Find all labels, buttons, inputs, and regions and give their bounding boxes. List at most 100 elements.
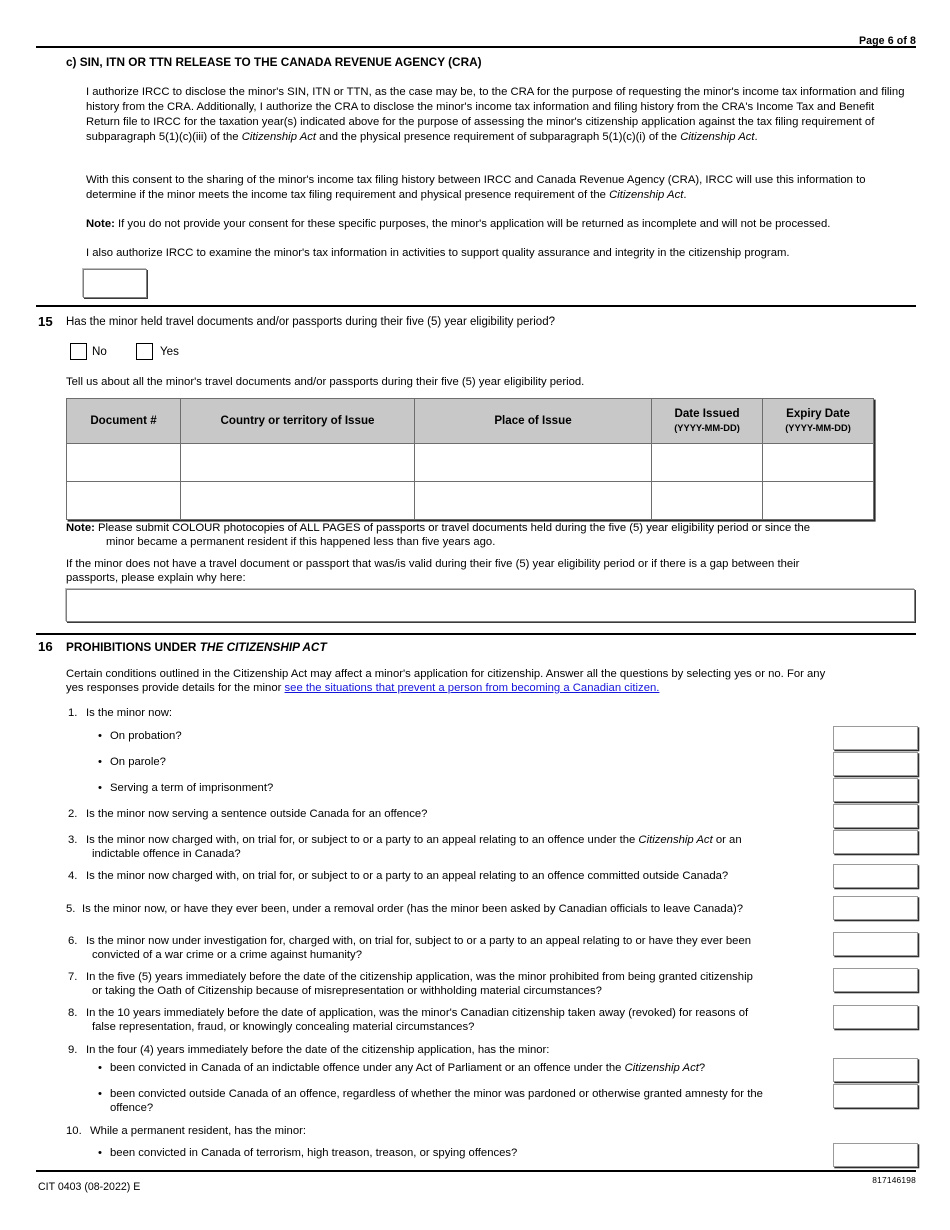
question-15-note-line-2: minor became a permanent resident if thi… (106, 536, 496, 548)
question-16-item-7-line-1: In the five (5) years immediately before… (86, 971, 753, 983)
question-16-item-3-line-2: indictable offence in Canada? (92, 848, 241, 860)
answer-field-q9b[interactable] (833, 1084, 918, 1108)
question-15-label-no: No (92, 345, 107, 358)
column-header-place: Place of Issue (414, 398, 652, 444)
bullet-icon: • (98, 756, 102, 768)
cell-expiry-date[interactable] (762, 443, 874, 482)
cell-place[interactable] (414, 443, 652, 482)
para2-part-a: With this consent to the sharing of the … (86, 174, 866, 202)
question-16-item-9-number: 9. (68, 1044, 78, 1056)
note-text: If you do not provide your consent for t… (114, 218, 831, 230)
cell-date-issued[interactable] (651, 443, 763, 482)
question-16-item-9b-line-2: offence? (110, 1102, 154, 1114)
bullet-icon: • (98, 1062, 102, 1074)
answer-field-q10a[interactable] (833, 1143, 918, 1167)
column-header-document-number: Document # (66, 398, 181, 444)
question-15-bottom-divider (36, 633, 916, 635)
question-16-item-2-number: 2. (68, 808, 78, 820)
question-15-instruction: Tell us about all the minor's travel doc… (66, 376, 585, 388)
column-header-country: Country or territory of Issue (180, 398, 415, 444)
para1-part-c: . (754, 131, 758, 144)
question-16-item-1-number: 1. (68, 707, 78, 719)
answer-field-q2[interactable] (833, 804, 918, 828)
question-15-explanation-textarea[interactable] (66, 589, 915, 622)
question-16-item-5-text: Is the minor now, or have they ever been… (82, 903, 744, 915)
question-16-item-9-text: In the four (4) years immediately before… (86, 1044, 550, 1056)
cell-date-issued[interactable] (651, 481, 763, 520)
question-15-checkbox-yes[interactable] (136, 343, 153, 360)
column-header-expiry-date-format: (YYYY-MM-DD) (785, 422, 851, 433)
question-16-item-10-number: 10. (66, 1125, 82, 1137)
cell-document-number[interactable] (66, 481, 181, 520)
question-15-explain-line-2: passports, please explain why here: (66, 572, 246, 584)
question-16-item-1-text: Is the minor now: (86, 707, 173, 719)
question-16-item-2-text: Is the minor now serving a sentence outs… (86, 808, 428, 820)
para1-italic-1: Citizenship Act (241, 131, 317, 144)
section-c-paragraph-1: I authorize IRCC to disclose the minor's… (86, 85, 910, 145)
question-16-number: 16 (38, 639, 53, 654)
para2-italic: Citizenship Act (609, 189, 684, 202)
answer-field-q6[interactable] (833, 932, 918, 956)
question-15-explain-line-1: If the minor does not have a travel docu… (66, 558, 800, 570)
footer-divider (36, 1170, 916, 1172)
question-15-note-line-1: Note: Please submit COLOUR photocopies o… (66, 521, 916, 536)
q3-text-b: or an (712, 834, 742, 846)
answer-field-q1a[interactable] (833, 726, 918, 750)
answer-field-q3[interactable] (833, 830, 918, 854)
answer-field-q1c[interactable] (833, 778, 918, 802)
section-c-paragraph-3: I also authorize IRCC to examine the min… (86, 247, 790, 259)
question-15-prompt: Has the minor held travel documents and/… (66, 316, 555, 328)
travel-documents-table: Document # Country or territory of Issue… (66, 398, 874, 520)
question-16-item-10a-text: been convicted in Canada of terrorism, h… (110, 1147, 518, 1159)
answer-field-q9a[interactable] (833, 1058, 918, 1082)
question-16-heading: PROHIBITIONS UNDER THE CITIZENSHIP ACT (66, 640, 327, 656)
question-16-item-1a-text: On probation? (110, 730, 182, 742)
table-row (66, 481, 874, 520)
question-16-item-7-number: 7. (68, 971, 78, 983)
barcode-number: 817146198 (872, 1175, 916, 1185)
question-16-item-10-text: While a permanent resident, has the mino… (90, 1125, 307, 1137)
answer-field-q7[interactable] (833, 968, 918, 992)
answer-field-q1b[interactable] (833, 752, 918, 776)
question-15-label-yes: Yes (160, 345, 179, 358)
column-header-expiry-date: Expiry Date (YYYY-MM-DD) (762, 398, 874, 444)
q3-italic: Citizenship Act (638, 834, 713, 846)
heading-italic: THE CITIZENSHIP ACT (199, 640, 327, 654)
section-c-heading: c) SIN, ITN OR TTN RELEASE TO THE CANADA… (66, 55, 482, 69)
q9a-italic: Citizenship Act (624, 1062, 699, 1074)
q9a-text-a: been convicted in Canada of an indictabl… (110, 1062, 625, 1074)
table-header-row: Document # Country or territory of Issue… (66, 398, 874, 444)
question-15-number: 15 (38, 314, 53, 329)
question-15-checkbox-no[interactable] (70, 343, 87, 360)
answer-field-q8[interactable] (833, 1005, 918, 1029)
question-16-item-8-line-1: In the 10 years immediately before the d… (86, 1007, 749, 1019)
question-16-item-4-number: 4. (68, 870, 78, 882)
cell-country[interactable] (180, 443, 415, 482)
answer-field-q5[interactable] (833, 896, 918, 920)
note-label: Note: (86, 218, 115, 230)
cell-document-number[interactable] (66, 443, 181, 482)
column-header-date-issued-format: (YYYY-MM-DD) (674, 422, 740, 433)
question-16-item-3-number: 3. (68, 834, 78, 846)
consent-input-field[interactable] (83, 269, 147, 298)
question-16-item-6-line-2: convicted of a war crime or a crime agai… (92, 949, 362, 961)
intro-text: yes responses provide details for the mi… (66, 682, 285, 694)
para1-part-b: and the physical presence requirement of… (316, 131, 681, 144)
bullet-icon: • (98, 1088, 102, 1100)
table-row (66, 443, 874, 482)
question-16-item-6-line-1: Is the minor now under investigation for… (86, 935, 752, 947)
cell-expiry-date[interactable] (762, 481, 874, 520)
para2-part-b: . (683, 189, 687, 202)
note-text: Please submit COLOUR photocopies of ALL … (94, 522, 811, 534)
question-16-item-8-line-2: false representation, fraud, or knowingl… (92, 1021, 475, 1033)
cell-place[interactable] (414, 481, 652, 520)
section-c-bottom-divider (36, 305, 916, 307)
answer-field-q4[interactable] (833, 864, 918, 888)
cell-country[interactable] (180, 481, 415, 520)
section-c-paragraph-2: With this consent to the sharing of the … (86, 173, 910, 203)
note-label: Note: (66, 522, 95, 534)
bullet-icon: • (98, 730, 102, 742)
column-header-date-issued: Date Issued (YYYY-MM-DD) (651, 398, 763, 444)
prohibitions-info-link[interactable]: see the situations that prevent a person… (285, 682, 660, 694)
question-16-item-1b-text: On parole? (110, 756, 166, 768)
